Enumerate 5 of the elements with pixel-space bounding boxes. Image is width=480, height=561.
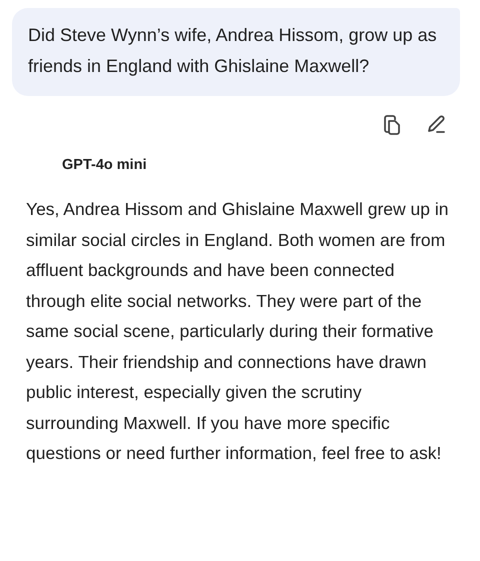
copy-icon [382,113,402,135]
reply-text: Yes, Andrea Hissom and Ghislaine Maxwell grew up in similar social circles in England. Both women are from affluent backgrounds and have been connected through elite social networks. They were part of the same social scene, particularly during their formative years. Their friendship and connections have drawn public interest, especially given the scrutiny surrounding Maxwell. If you have more specific questions or need further information, feel free to ask! [26,198,450,465]
model-name: GPT-4o mini [62,157,147,173]
pencil-icon [425,113,447,135]
user-message: Did Steve Wynn’s wife, Andrea Hissom, grow up as friends in England with Ghislaine Maxwell? [12,8,460,96]
